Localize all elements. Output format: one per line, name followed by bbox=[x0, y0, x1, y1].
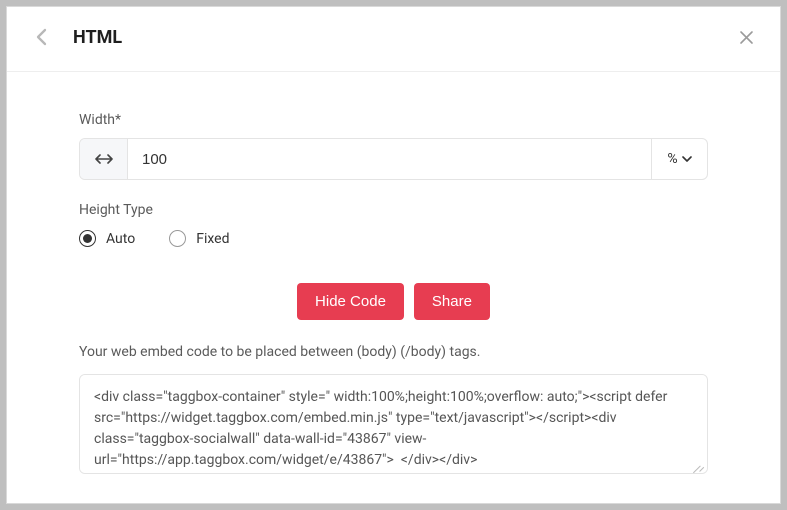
resize-handle-icon bbox=[694, 462, 704, 472]
radio-option-fixed[interactable]: Fixed bbox=[169, 230, 229, 247]
chevron-down-icon bbox=[682, 156, 692, 163]
radio-fixed-indicator bbox=[169, 230, 186, 247]
radio-option-auto[interactable]: Auto bbox=[79, 230, 135, 247]
unit-select[interactable]: % bbox=[651, 139, 707, 179]
radio-fixed-label: Fixed bbox=[196, 231, 229, 247]
width-label: Width* bbox=[79, 112, 708, 128]
height-type-label: Height Type bbox=[79, 202, 708, 218]
code-area-wrap bbox=[79, 374, 708, 478]
embed-code-textarea[interactable] bbox=[79, 374, 708, 474]
back-button[interactable] bbox=[27, 23, 55, 51]
modal: HTML Width* % Height Type Auto Fixe bbox=[6, 6, 781, 504]
embed-hint: Your web embed code to be placed between… bbox=[79, 344, 708, 360]
radio-auto-indicator bbox=[79, 230, 96, 247]
width-input-row: % bbox=[79, 138, 708, 180]
modal-header: HTML bbox=[7, 7, 780, 72]
close-button[interactable] bbox=[732, 23, 760, 51]
width-prefix bbox=[80, 139, 128, 179]
width-input[interactable] bbox=[128, 139, 651, 179]
chevron-left-icon bbox=[36, 28, 47, 46]
horizontal-arrows-icon bbox=[95, 153, 113, 165]
unit-label: % bbox=[667, 151, 677, 167]
hide-code-button[interactable]: Hide Code bbox=[297, 283, 404, 320]
height-type-radio-group: Auto Fixed bbox=[79, 230, 708, 247]
modal-title: HTML bbox=[73, 27, 122, 48]
close-icon bbox=[739, 30, 754, 45]
radio-auto-label: Auto bbox=[106, 231, 135, 247]
button-row: Hide Code Share bbox=[79, 283, 708, 320]
modal-body: Width* % Height Type Auto Fixed Hide Cod bbox=[7, 72, 780, 510]
share-button[interactable]: Share bbox=[414, 283, 490, 320]
